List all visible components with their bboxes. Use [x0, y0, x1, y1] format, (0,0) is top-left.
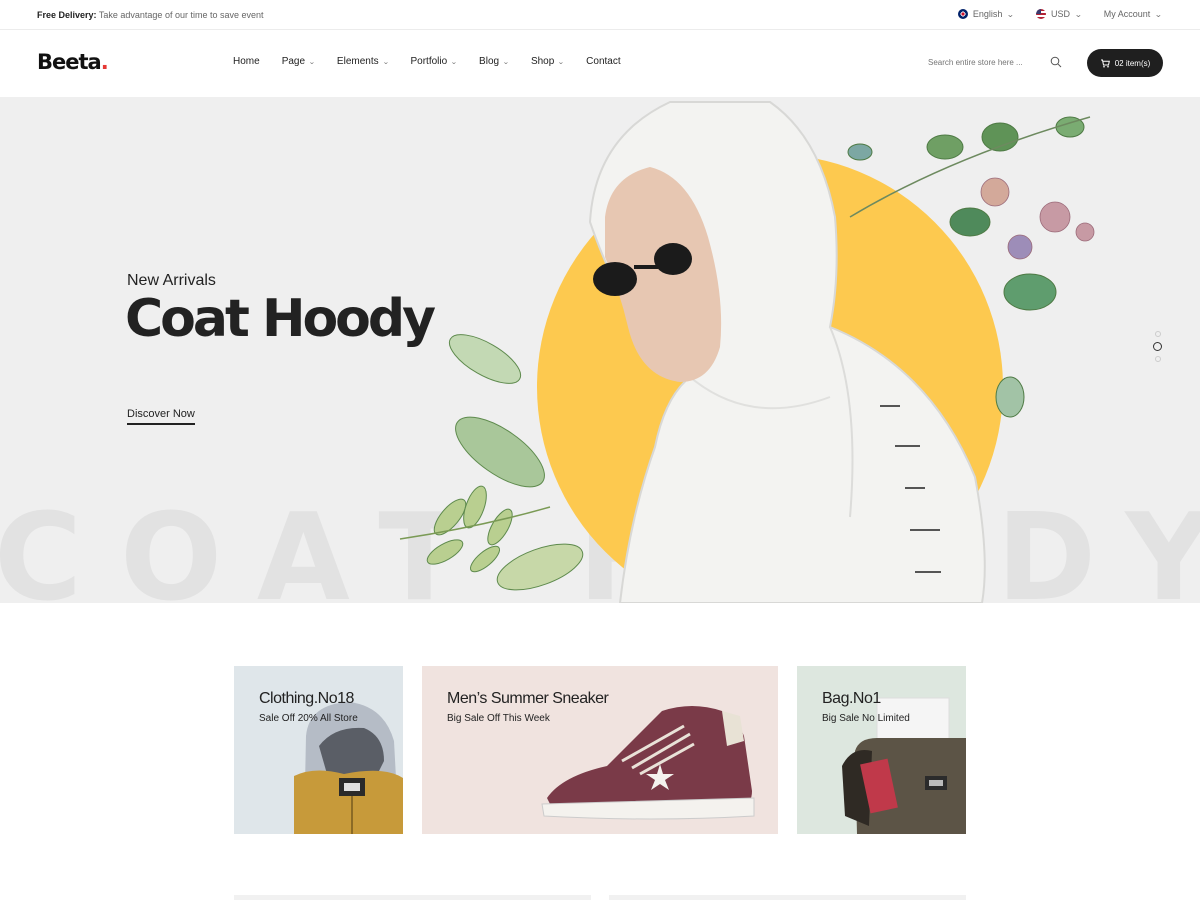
hero-subtitle: New Arrivals	[127, 272, 216, 289]
nav-item-page[interactable]: Page ⌄	[281, 56, 316, 67]
chevron-down-icon: ⌄	[557, 58, 565, 66]
hero-slider: COAT HOODY	[0, 97, 1200, 603]
language-selector[interactable]: English ⌄	[957, 9, 1015, 19]
slide-dot[interactable]	[1154, 331, 1161, 337]
banner-title: Men’s Summer Sneaker	[447, 690, 609, 707]
slider-pagination	[1153, 331, 1162, 362]
chevron-down-icon: ⌄	[308, 58, 316, 66]
cart-icon	[1100, 59, 1110, 68]
banner-clothing[interactable]: Clothing.No18 Sale Off 20% All Store	[234, 666, 403, 834]
nav-item-home[interactable]: Home	[233, 56, 260, 67]
main-header: Beeta. Home Page ⌄ Elements ⌄ Portfolio ⌄ B…	[0, 30, 1200, 97]
discover-now-link[interactable]: Discover Now	[127, 408, 195, 425]
promo-text: Take advantage of our time to save event	[98, 10, 264, 20]
section-divider	[609, 895, 966, 900]
banner-title: Clothing.No18	[259, 690, 354, 707]
chevron-down-icon: ⌄	[1006, 9, 1015, 19]
search-input[interactable]	[928, 57, 1046, 67]
nav-label: Blog	[479, 56, 500, 67]
banner-bag[interactable]: Bag.No1 Big Sale No Limited	[797, 666, 966, 834]
search-box	[928, 56, 1066, 68]
chevron-down-icon: ⌄	[1074, 9, 1083, 19]
nav-label: Page	[281, 56, 306, 67]
top-bar: Free Delivery: Take advantage of our tim…	[0, 0, 1200, 30]
section-divider	[234, 895, 591, 900]
nav-label: Shop	[530, 56, 555, 67]
chevron-down-icon: ⌄	[1154, 9, 1163, 19]
nav-item-blog[interactable]: Blog ⌄	[479, 56, 509, 67]
cart-count: 02 item(s)	[1114, 58, 1151, 68]
us-flag-icon	[1036, 9, 1047, 19]
promo-message: Free Delivery: Take advantage of our tim…	[37, 10, 264, 20]
currency-label: USD	[1051, 9, 1071, 19]
nav-item-elements[interactable]: Elements ⌄	[337, 56, 389, 67]
account-menu[interactable]: My Account ⌄	[1103, 9, 1163, 19]
hero-model-image	[399, 101, 1095, 603]
nav-label: Elements	[336, 56, 379, 67]
chevron-down-icon: ⌄	[382, 58, 390, 66]
logo-dot: .	[100, 50, 109, 74]
search-icon[interactable]	[1050, 56, 1062, 68]
logo-text: Beeta	[37, 50, 102, 74]
slide-dot[interactable]	[1154, 356, 1161, 362]
uk-flag-icon	[957, 9, 968, 19]
logo[interactable]: Beeta.	[37, 50, 109, 74]
main-nav: Home Page ⌄ Elements ⌄ Portfolio ⌄ Blog ⌄ Sh…	[233, 56, 643, 67]
hero-title: Coat Hoody	[125, 289, 436, 349]
nav-label: Portfolio	[410, 56, 448, 67]
banner-subtitle: Big Sale No Limited	[822, 713, 910, 724]
nav-item-contact[interactable]: Contact	[586, 56, 620, 67]
nav-item-portfolio[interactable]: Portfolio ⌄	[410, 56, 457, 67]
banner-subtitle: Sale Off 20% All Store	[259, 713, 358, 724]
cart-button[interactable]: 02 item(s)	[1087, 49, 1163, 77]
banner-title: Bag.No1	[822, 690, 881, 707]
slide-dot-active[interactable]	[1153, 342, 1162, 351]
nav-item-shop[interactable]: Shop ⌄	[530, 56, 565, 67]
banner-sneaker[interactable]: Men’s Summer Sneaker Big Sale Off This W…	[422, 666, 778, 834]
nav-label: Home	[233, 56, 260, 67]
banner-subtitle: Big Sale Off This Week	[447, 713, 550, 724]
nav-label: Contact	[586, 56, 621, 67]
currency-selector[interactable]: USD ⌄	[1036, 9, 1082, 19]
chevron-down-icon: ⌄	[502, 58, 510, 66]
promo-label: Free Delivery:	[37, 10, 97, 20]
language-label: English	[972, 9, 1003, 19]
account-label: My Account	[1103, 9, 1151, 19]
chevron-down-icon: ⌄	[450, 58, 458, 66]
